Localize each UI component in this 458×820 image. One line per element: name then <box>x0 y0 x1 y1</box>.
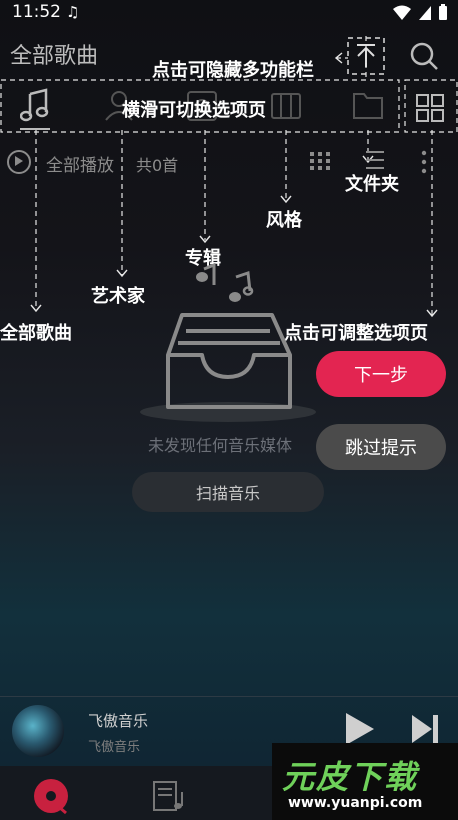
tip-folder: 文件夹 <box>345 174 399 195</box>
multi-select-button[interactable] <box>310 152 330 174</box>
tab-genre[interactable] <box>270 92 302 124</box>
track-title: 飞傲音乐 <box>88 712 149 730</box>
more-vertical-icon <box>421 150 427 174</box>
tab-all-songs[interactable] <box>19 88 52 126</box>
nav-playlist[interactable] <box>152 780 186 816</box>
tip-hide-toolbar: 点击可隐藏多功能栏 <box>152 60 314 81</box>
album-art[interactable] <box>12 705 64 757</box>
scan-music-button[interactable]: 扫描音乐 <box>132 472 324 512</box>
tip-all-songs: 全部歌曲 <box>0 323 72 344</box>
play-icon <box>15 156 23 166</box>
grid-icon <box>416 94 444 122</box>
skip-next-icon <box>412 715 438 743</box>
skip-tips-button[interactable]: 跳过提示 <box>316 424 446 470</box>
dots-grid-icon <box>310 152 330 170</box>
tip-swipe-tabs: 横滑可切换选项页 <box>122 100 266 121</box>
watermark-url: www.yuanpi.com <box>288 795 423 811</box>
tab-underline <box>20 128 50 130</box>
nav-music[interactable] <box>32 777 70 819</box>
folder-icon <box>353 93 383 119</box>
tab-folder[interactable] <box>352 90 384 124</box>
adjust-tabs-button[interactable] <box>416 94 444 126</box>
tip-genre: 风格 <box>266 210 302 231</box>
play-icon <box>346 713 374 745</box>
empty-box-illustration <box>140 262 316 422</box>
disc-icon <box>34 779 68 815</box>
empty-message: 未发现任何音乐媒体 <box>148 436 293 455</box>
watermark-brand: 元皮下载 <box>282 758 419 796</box>
track-artist: 飞傲音乐 <box>88 740 141 755</box>
more-button[interactable] <box>420 150 428 178</box>
piano-icon <box>271 93 301 119</box>
play-all-label[interactable]: 全部播放 <box>46 151 114 176</box>
music-note-icon <box>19 88 49 122</box>
next-step-button[interactable]: 下一步 <box>316 351 446 397</box>
playlist-icon <box>153 781 183 811</box>
sort-list-icon <box>366 151 384 169</box>
song-count: 共0首 <box>136 156 179 175</box>
tip-artist: 艺术家 <box>91 286 145 307</box>
